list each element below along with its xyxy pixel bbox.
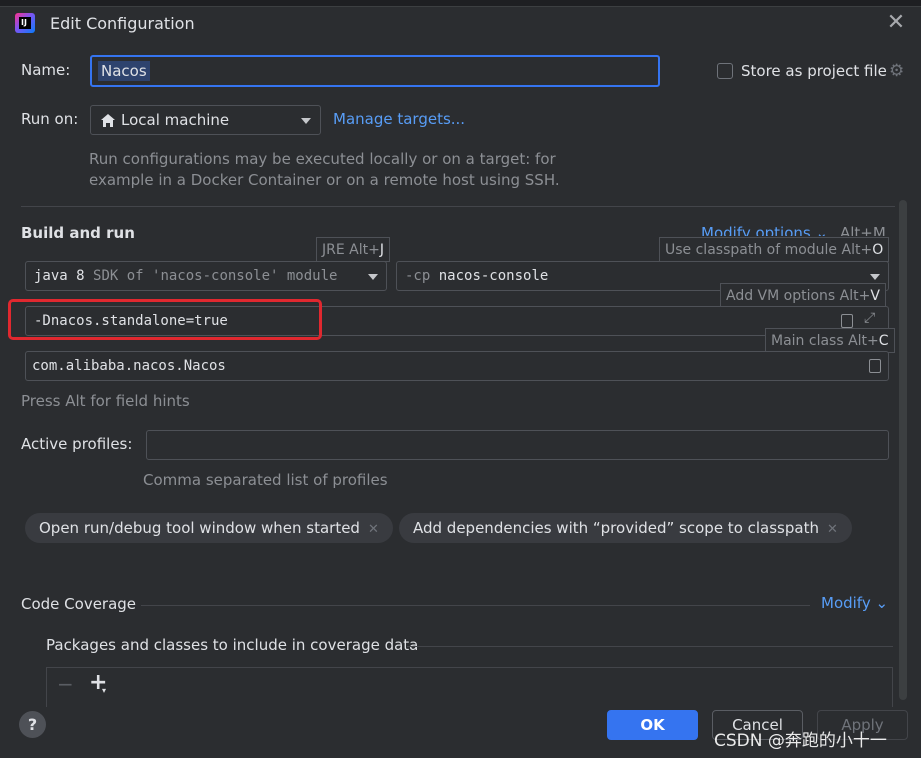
ok-button[interactable]: OK [607,710,698,740]
store-as-project-file-label[interactable]: Store as project file [741,62,887,80]
main-class-value: com.alibaba.nacos.Nacos [32,358,226,374]
store-as-project-file-checkbox[interactable] [717,63,733,79]
active-profiles-input[interactable] [146,430,889,460]
divider [407,646,893,647]
remove-icon[interactable]: − [57,672,74,696]
run-on-label: Run on: [21,110,79,128]
jre-detail: SDK of 'nacos-console' module [93,268,338,284]
name-input[interactable]: Nacos [90,55,660,87]
chevron-down-icon [368,274,378,280]
build-and-run-heading: Build and run [21,224,135,242]
chevron-down-icon [870,274,880,280]
coverage-packages-label: Packages and classes to include in cover… [46,636,419,654]
highlight-box [8,299,322,340]
classpath-hint-tooltip: Use classpath of module Alt+O [659,237,890,262]
name-label: Name: [21,61,71,79]
run-on-description-line2: example in a Docker Container or on a re… [89,171,560,189]
active-profiles-label: Active profiles: [21,435,133,453]
divider [21,206,895,207]
chevron-down-icon: ▾ [102,686,107,695]
chip-add-provided-dependencies[interactable]: Add dependencies with “provided” scope t… [399,513,852,543]
coverage-modify-label: Modify [821,594,871,612]
document-icon[interactable] [869,359,881,373]
vm-hint-key: V [870,288,880,304]
coverage-packages-list[interactable]: − + ▾ [46,667,893,707]
classpath-hint-key: O [872,242,884,258]
jre-hint-tooltip: JRE Alt+J [316,237,390,262]
vm-options-hint-tooltip: Add VM options Alt+V [720,283,886,308]
scrollbar[interactable] [899,200,907,700]
help-icon[interactable]: ? [19,711,46,738]
intellij-logo-icon: IJ [15,13,35,33]
main-class-input[interactable]: com.alibaba.nacos.Nacos [25,351,889,381]
coverage-modify-link[interactable]: Modify ⌄ [821,594,888,612]
active-profiles-hint: Comma separated list of profiles [143,471,388,489]
cp-prefix: -cp [405,268,431,284]
run-on-target-value: Local machine [121,111,230,129]
vm-hint-text: Add VM options Alt+ [726,288,871,304]
field-hints-text: Press Alt for field hints [21,392,190,410]
close-icon[interactable]: ✕ [368,522,379,537]
home-icon [101,114,115,127]
cp-module: nacos-console [438,268,549,284]
dialog-title: Edit Configuration [50,14,195,33]
gear-icon[interactable]: ⚙ [889,62,907,80]
chip-label: Add dependencies with “provided” scope t… [413,519,819,537]
main-class-hint-tooltip: Main class Alt+C [765,328,895,353]
expand-icon[interactable]: ⤢ [864,310,875,326]
document-icon[interactable] [841,314,853,328]
run-on-target-select[interactable]: Local machine [90,105,321,135]
chevron-down-icon [301,118,311,124]
main-hint-key: C [878,333,889,349]
manage-targets-link[interactable]: Manage targets... [333,110,465,128]
close-icon[interactable]: ✕ [883,10,909,36]
jre-hint-text: JRE Alt+ [322,242,380,258]
modify-options-label: Modify options [701,224,811,236]
jre-version: java 8 [34,268,85,284]
close-icon[interactable]: ✕ [827,522,838,537]
watermark: CSDN @奔跑的小十一 [714,731,887,751]
modify-options-shortcut: Alt+M [840,224,886,236]
name-input-value: Nacos [98,61,150,81]
divider [141,605,810,606]
main-hint-text: Main class Alt+ [771,333,879,349]
classpath-hint-text: Use classpath of module Alt+ [665,242,873,258]
run-on-description-line1: Run configurations may be executed local… [89,150,556,168]
jre-hint-key: J [379,242,384,258]
chip-label: Open run/debug tool window when started [39,519,360,537]
code-coverage-heading: Code Coverage [21,595,137,613]
chip-open-run-debug-window[interactable]: Open run/debug tool window when started ✕ [25,513,393,543]
jre-select[interactable]: java 8 SDK of 'nacos-console' module [25,261,387,291]
modify-options-link[interactable]: Modify options ⌄ [701,224,828,236]
